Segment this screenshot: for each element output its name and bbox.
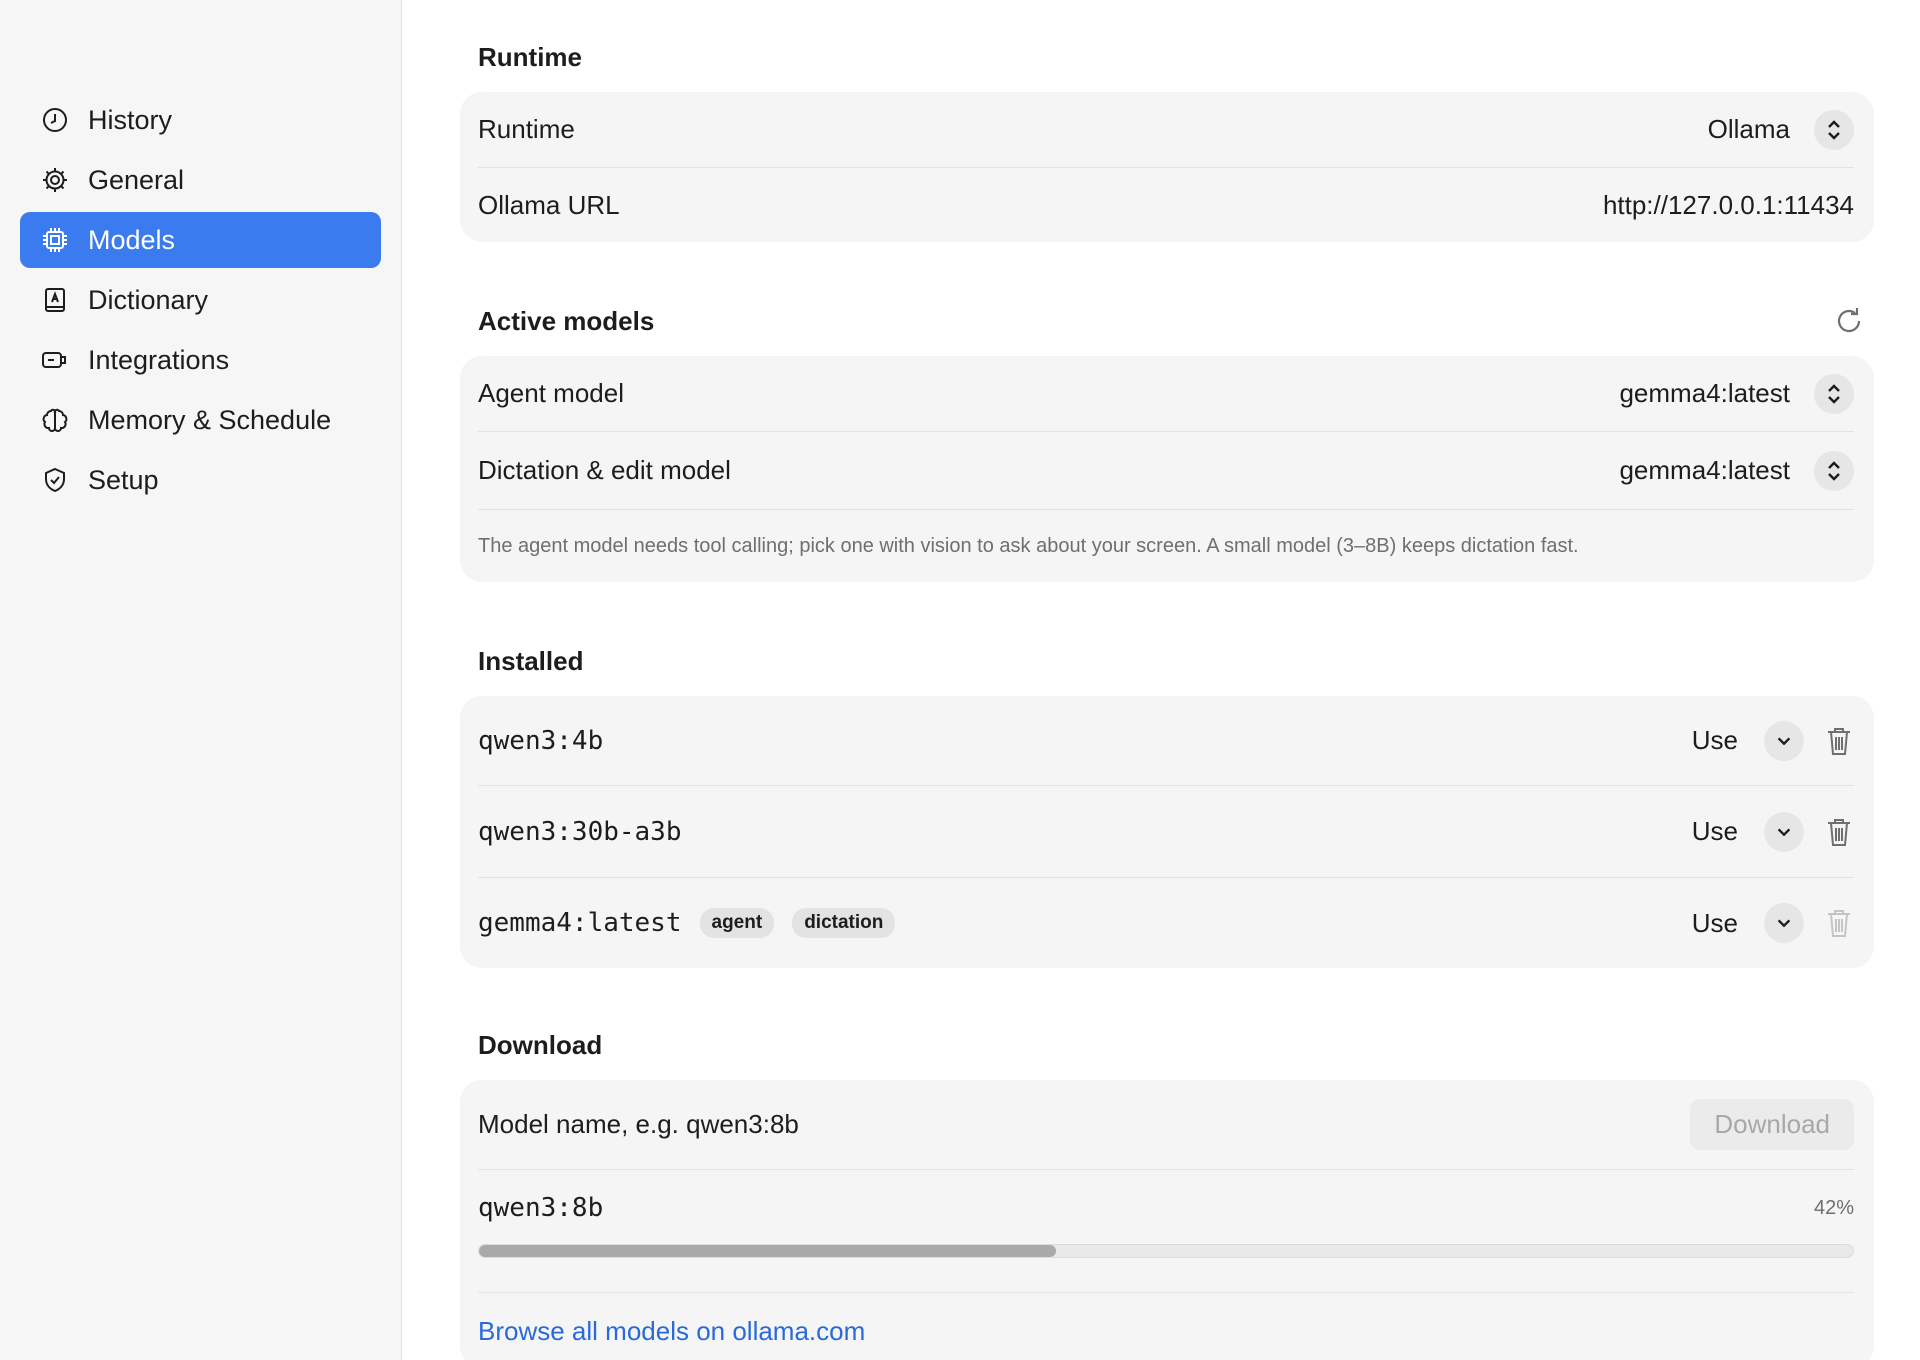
installed-model-name: gemma4:latest — [478, 908, 682, 938]
sidebar-item-history[interactable]: History — [20, 92, 381, 148]
chip-icon — [40, 225, 70, 255]
agent-model-value: gemma4:latest — [1619, 378, 1790, 408]
active-models-hint: The agent model needs tool calling; pick… — [478, 534, 1579, 557]
agent-model-select[interactable]: gemma4:latest — [1619, 373, 1854, 414]
sidebar-item-models[interactable]: Models — [20, 212, 381, 268]
runtime-value: Ollama — [1707, 114, 1790, 144]
chevron-down-icon[interactable] — [1764, 903, 1804, 943]
browse-models-link[interactable]: Browse all models on ollama.com — [478, 1316, 865, 1347]
sidebar-item-general[interactable]: General — [20, 152, 381, 208]
ollama-url-row: Ollama URL http://127.0.0.1:11434 — [478, 168, 1854, 242]
trash-icon — [1824, 906, 1854, 940]
section-title-installed: Installed — [478, 646, 584, 676]
dictation-model-row: Dictation & edit model gemma4:latest — [478, 432, 1854, 510]
model-tag-agent: agent — [699, 908, 775, 938]
active-models-card: Agent model gemma4:latest Dictation & ed… — [460, 356, 1874, 582]
sidebar-item-label: Dictionary — [88, 284, 209, 315]
sidebar-item-label: Integrations — [88, 344, 230, 375]
chevron-down-icon[interactable] — [1764, 811, 1804, 852]
runtime-row: Runtime Ollama — [478, 92, 1854, 168]
brain-icon — [40, 405, 70, 435]
download-progress-fill — [479, 1245, 1057, 1257]
download-card: Model name, e.g. qwen3:8b Download qwen3… — [460, 1080, 1874, 1360]
download-input-row: Model name, e.g. qwen3:8b Download — [478, 1080, 1854, 1170]
sidebar-item-label: History — [88, 104, 173, 135]
runtime-select[interactable]: Ollama — [1707, 109, 1854, 150]
model-tag-dictation: dictation — [792, 908, 896, 938]
chevron-down-icon[interactable] — [1764, 720, 1804, 761]
section-title-download: Download — [478, 1030, 603, 1060]
installed-model-row: qwen3:30b-a3b Use — [478, 786, 1854, 878]
section-title-active-models: Active models — [478, 306, 655, 336]
agent-model-row: Agent model gemma4:latest — [478, 356, 1854, 432]
sidebar-item-label: Setup — [88, 464, 159, 495]
download-button[interactable]: Download — [1690, 1099, 1854, 1150]
gear-icon — [40, 165, 70, 195]
downloading-model-name: qwen3:8b — [478, 1193, 604, 1223]
book-icon — [40, 285, 70, 315]
refresh-icon[interactable] — [1832, 304, 1866, 338]
dictation-model-value: gemma4:latest — [1619, 455, 1790, 485]
installed-model-row: qwen3:4b Use — [478, 696, 1854, 786]
plug-icon — [40, 345, 70, 375]
download-progress-row: qwen3:8b 42% — [478, 1184, 1854, 1232]
ollama-url-field[interactable]: http://127.0.0.1:11434 — [1603, 190, 1854, 221]
shield-check-icon — [40, 465, 70, 495]
runtime-label: Runtime — [478, 114, 575, 144]
dictation-model-label: Dictation & edit model — [478, 455, 731, 485]
sidebar-item-dictionary[interactable]: Dictionary — [20, 272, 381, 328]
download-progress-text: 42% — [1813, 1196, 1854, 1219]
clock-icon — [40, 105, 70, 135]
browse-row: Browse all models on ollama.com — [478, 1294, 1854, 1360]
model-name-input[interactable]: Model name, e.g. qwen3:8b — [478, 1109, 799, 1140]
download-progress-bar — [478, 1244, 1854, 1258]
installed-model-row: gemma4:latest agent dictation Use — [478, 878, 1854, 968]
use-button[interactable]: Use — [1692, 908, 1738, 939]
use-button[interactable]: Use — [1692, 816, 1738, 847]
agent-model-label: Agent model — [478, 378, 624, 408]
active-models-hint-row: The agent model needs tool calling; pick… — [478, 510, 1854, 582]
trash-icon[interactable] — [1824, 815, 1854, 849]
installed-model-name: qwen3:4b — [478, 725, 604, 756]
chevron-up-down-icon[interactable] — [1814, 450, 1854, 491]
chevron-up-down-icon[interactable] — [1814, 373, 1854, 414]
sidebar-item-memory-schedule[interactable]: Memory & Schedule — [20, 392, 381, 448]
sidebar-item-label: Models — [88, 224, 176, 255]
installed-card: qwen3:4b Use qwen3:30b-a3b Use gemma4:la… — [460, 696, 1874, 968]
sidebar: History General Models Dictionary Integr… — [0, 0, 402, 1360]
sidebar-item-setup[interactable]: Setup — [20, 452, 381, 508]
section-title-runtime: Runtime — [478, 42, 582, 72]
use-button[interactable]: Use — [1692, 725, 1738, 756]
chevron-up-down-icon[interactable] — [1814, 109, 1854, 150]
dictation-model-select[interactable]: gemma4:latest — [1619, 450, 1854, 491]
sidebar-item-label: General — [88, 164, 185, 195]
sidebar-item-label: Memory & Schedule — [88, 404, 332, 435]
divider — [478, 1292, 1854, 1293]
sidebar-item-integrations[interactable]: Integrations — [20, 332, 381, 388]
ollama-url-label: Ollama URL — [478, 189, 620, 220]
installed-model-name: qwen3:30b-a3b — [478, 816, 682, 847]
runtime-card: Runtime Ollama Ollama URL http://127.0.0… — [460, 92, 1874, 242]
trash-icon[interactable] — [1824, 724, 1854, 758]
